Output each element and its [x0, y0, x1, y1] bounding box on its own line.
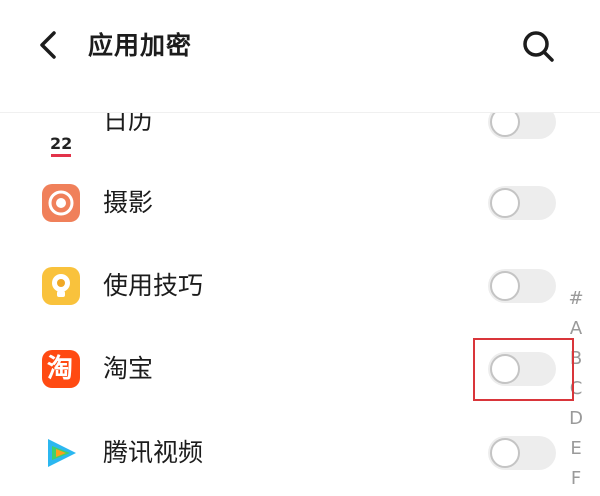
toggle-knob: [490, 188, 520, 218]
app-lock-screen: 22 日历 摄影 使用技巧 淘 淘宝 腾讯视频 应用加密 # A B C D E…: [0, 0, 600, 496]
list-item-tips[interactable]: 使用技巧: [0, 245, 600, 329]
index-letter-e[interactable]: E: [564, 434, 588, 464]
toggle-tencent-video[interactable]: [488, 436, 556, 470]
tencent-video-icon: [42, 434, 80, 472]
toggle-camera[interactable]: [488, 186, 556, 220]
page-title: 应用加密: [88, 31, 193, 60]
index-letter-hash[interactable]: #: [564, 284, 588, 314]
chevron-left-icon[interactable]: [36, 30, 62, 60]
index-letter-f[interactable]: F: [564, 464, 588, 494]
tips-bulb-icon: [42, 267, 80, 305]
toggle-tips[interactable]: [488, 269, 556, 303]
taobao-icon: 淘: [42, 350, 80, 388]
header-bar: 应用加密: [0, 0, 600, 113]
toggle-knob: [490, 271, 520, 301]
list-item-camera[interactable]: 摄影: [0, 162, 600, 246]
highlight-box: [473, 338, 574, 401]
list-item-tencent-video[interactable]: 腾讯视频: [0, 412, 600, 496]
app-label-camera: 摄影: [103, 188, 154, 217]
app-label-tencent-video: 腾讯视频: [103, 438, 204, 467]
app-label-tips: 使用技巧: [103, 271, 204, 300]
app-label-taobao: 淘宝: [103, 354, 154, 383]
search-icon[interactable]: [520, 28, 556, 64]
index-letter-d[interactable]: D: [564, 404, 588, 434]
toggle-knob: [490, 438, 520, 468]
camera-icon: [42, 184, 80, 222]
